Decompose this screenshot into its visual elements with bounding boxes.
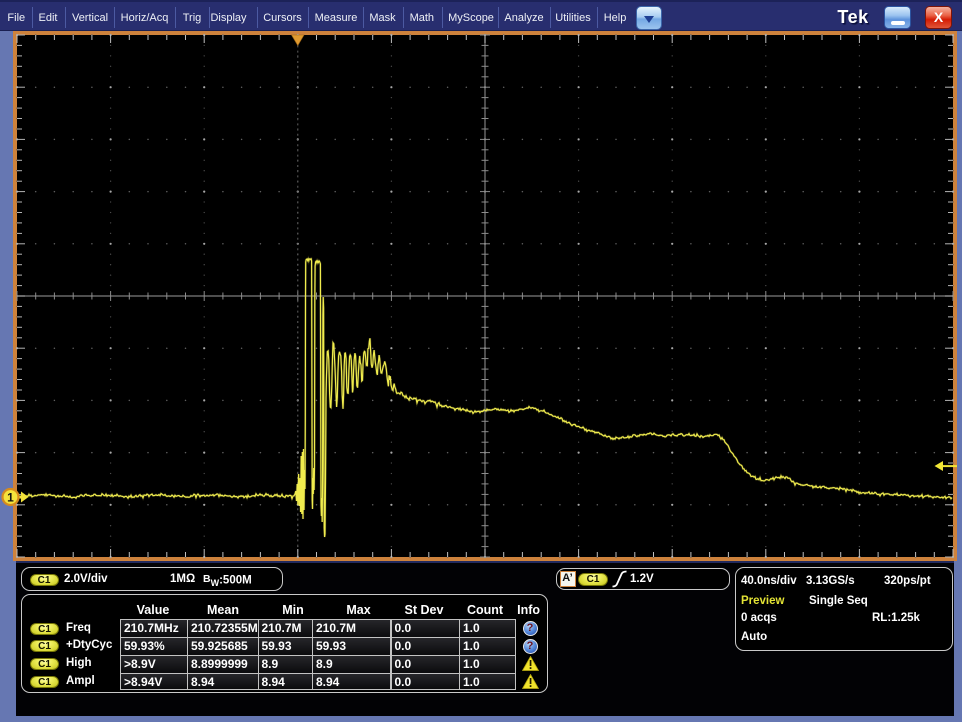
svg-text:1: 1 — [7, 491, 14, 505]
